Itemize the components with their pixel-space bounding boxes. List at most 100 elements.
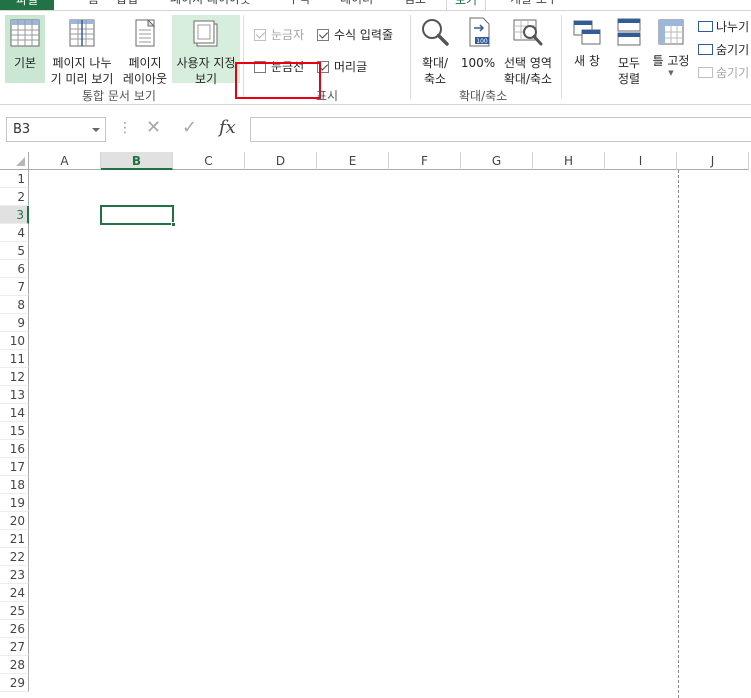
hide-button[interactable]: 숨기기 <box>698 41 749 58</box>
row-header-20[interactable]: 20 <box>0 512 29 530</box>
formula-bar-checkbox[interactable]: 수식 입력줄 <box>317 26 393 43</box>
unhide-icon <box>698 67 713 78</box>
row-header-17[interactable]: 17 <box>0 458 29 476</box>
ribbon: 기본 페이지 나누 기 미리 보기 페이지 레이아웃 사용자 지정 보기 통합 … <box>0 10 751 105</box>
group-separator <box>410 15 411 99</box>
tab-file[interactable]: 파일 <box>0 0 54 10</box>
tab-data[interactable]: 데이터 <box>340 0 373 10</box>
row-header-22[interactable]: 22 <box>0 548 29 566</box>
workbook-views-group-label: 통합 문서 보기 <box>82 89 156 103</box>
insert-function-icon[interactable]: fx <box>219 117 236 138</box>
new-window-button[interactable]: 새 창 <box>568 15 606 83</box>
column-header-g[interactable]: G <box>461 152 533 170</box>
column-header-h[interactable]: H <box>533 152 605 170</box>
tab-home[interactable]: 홈 <box>88 0 99 10</box>
row-header-8[interactable]: 8 <box>0 296 29 314</box>
row-header-15[interactable]: 15 <box>0 422 29 440</box>
column-header-b[interactable]: B <box>101 152 173 170</box>
normal-view-button[interactable]: 기본 <box>5 15 45 83</box>
row-header-2[interactable]: 2 <box>0 188 29 206</box>
row-header-28[interactable]: 28 <box>0 656 29 674</box>
unhide-label: 숨기기 취소 <box>716 66 751 80</box>
tab-review[interactable]: 검토 <box>404 0 426 10</box>
tab-insert[interactable]: 삽입 <box>116 0 138 10</box>
svg-text:100: 100 <box>476 38 488 45</box>
ruler-checkbox[interactable]: 눈금자 <box>254 26 304 43</box>
headings-checkbox[interactable]: 머리글 <box>317 58 367 75</box>
row-header-21[interactable]: 21 <box>0 530 29 548</box>
name-box-value: B3 <box>13 122 31 137</box>
tab-formulas[interactable]: 수식 <box>288 0 310 10</box>
fill-handle[interactable] <box>171 222 176 227</box>
row-header-29[interactable]: 29 <box>0 674 29 692</box>
row-header-4[interactable]: 4 <box>0 224 29 242</box>
row-header-14[interactable]: 14 <box>0 404 29 422</box>
arrange-all-button[interactable]: 모두 정렬 <box>610 15 648 86</box>
row-header-23[interactable]: 23 <box>0 566 29 584</box>
custom-views-button[interactable]: 사용자 지정 보기 <box>172 15 240 86</box>
formula-bar-resize-handle[interactable]: ⋮ <box>118 121 132 135</box>
show-group-label: 표시 <box>316 89 339 103</box>
row-header-16[interactable]: 16 <box>0 440 29 458</box>
freeze-panes-icon <box>658 19 684 45</box>
tab-developer[interactable]: 개발 도구 <box>510 0 558 10</box>
hide-label: 숨기기 <box>716 43 750 57</box>
active-cell-b3[interactable] <box>100 205 176 227</box>
column-header-c[interactable]: C <box>173 152 245 170</box>
row-header-1[interactable]: 1 <box>0 170 29 188</box>
highlight-annotation-box <box>235 62 321 99</box>
worksheet: ABCDEFGHIJ 1 2 3 4 5 6 7 8 9 10 11 12 13 14 15 16 17 18 19… <box>0 152 751 698</box>
row-header-13[interactable]: 13 <box>0 386 29 404</box>
new-window-icon <box>573 20 601 45</box>
group-separator <box>561 15 562 99</box>
column-header-d[interactable]: D <box>245 152 317 170</box>
freeze-panes-label: 틀 고정 <box>652 54 690 68</box>
row-header-6[interactable]: 6 <box>0 260 29 278</box>
ribbon-tab-strip: 파일 홈 삽입 페이지 레이아웃 수식 데이터 검토 보기 개발 도구 <box>0 0 751 10</box>
new-window-label: 새 창 <box>574 54 600 68</box>
page-break-preview-button[interactable]: 페이지 나누 기 미리 보기 <box>47 15 117 86</box>
row-header-18[interactable]: 18 <box>0 476 29 494</box>
row-header-19[interactable]: 19 <box>0 494 29 512</box>
row-header-25[interactable]: 25 <box>0 602 29 620</box>
zoom-to-selection-button[interactable]: 선택 영역 확대/축소 <box>500 15 556 86</box>
formula-input[interactable] <box>250 117 751 142</box>
row-header-3[interactable]: 3 <box>0 206 29 224</box>
page-break-preview-icon <box>69 19 95 47</box>
zoom-100-button[interactable]: 100 100% <box>458 15 498 83</box>
unhide-button[interactable]: 숨기기 취소 <box>698 64 751 81</box>
enter-check-icon[interactable]: ✓ <box>182 117 197 138</box>
freeze-panes-button[interactable]: 틀 고정 ▼ <box>650 15 692 83</box>
normal-view-label: 기본 <box>13 56 37 70</box>
zoom-label: 확대/ 축소 <box>421 56 449 86</box>
split-icon <box>698 21 713 32</box>
row-header-9[interactable]: 9 <box>0 314 29 332</box>
page-layout-icon <box>135 18 156 47</box>
zoom-100-label: 100% <box>460 56 496 70</box>
row-header-27[interactable]: 27 <box>0 638 29 656</box>
column-header-j[interactable]: J <box>677 152 749 170</box>
cell-grid[interactable] <box>29 170 751 698</box>
tab-view[interactable]: 보기 <box>446 0 487 10</box>
column-header-e[interactable]: E <box>317 152 389 170</box>
row-header-26[interactable]: 26 <box>0 620 29 638</box>
row-header-10[interactable]: 10 <box>0 332 29 350</box>
column-header-a[interactable]: A <box>29 152 101 170</box>
column-header-i[interactable]: I <box>605 152 677 170</box>
name-box-dropdown-icon[interactable] <box>92 128 100 132</box>
page-layout-button[interactable]: 페이지 레이아웃 <box>120 15 170 86</box>
column-header-f[interactable]: F <box>389 152 461 170</box>
zoom-button[interactable]: 확대/ 축소 <box>416 15 454 86</box>
name-box[interactable]: B3 <box>6 117 106 142</box>
select-all-corner[interactable] <box>0 152 29 170</box>
page-break-preview-label: 페이지 나누 기 미리 보기 <box>50 56 114 86</box>
row-header-12[interactable]: 12 <box>0 368 29 386</box>
cancel-icon[interactable]: ✕ <box>146 117 161 138</box>
chevron-down-icon: ▼ <box>668 69 674 77</box>
row-header-24[interactable]: 24 <box>0 584 29 602</box>
split-button[interactable]: 나누기 <box>698 18 749 35</box>
tab-page-layout[interactable]: 페이지 레이아웃 <box>170 0 251 10</box>
row-header-5[interactable]: 5 <box>0 242 29 260</box>
row-header-11[interactable]: 11 <box>0 350 29 368</box>
row-header-7[interactable]: 7 <box>0 278 29 296</box>
